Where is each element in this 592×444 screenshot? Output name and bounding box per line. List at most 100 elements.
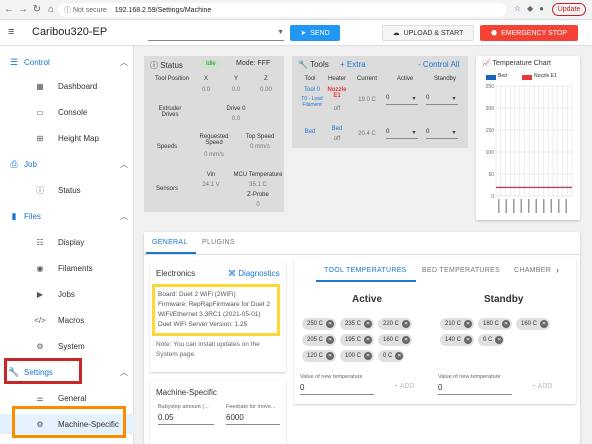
chart-y-tick-label: 0 bbox=[491, 194, 494, 200]
tab-plugins[interactable]: PLUGINS bbox=[202, 239, 235, 246]
tab-general[interactable]: GENERAL bbox=[152, 239, 188, 246]
top-speed-label: Top Speed bbox=[245, 134, 275, 140]
active-chip-235[interactable]: 235 C ✕ bbox=[340, 318, 374, 330]
home-icon[interactable]: ⌂ bbox=[44, 4, 58, 15]
close-icon[interactable]: ✕ bbox=[364, 352, 373, 360]
tools-title: 🔧 Tools bbox=[298, 60, 329, 69]
active-chip-100[interactable]: 100 C ✕ bbox=[340, 350, 374, 362]
standby-new-temp-underline bbox=[438, 394, 512, 395]
bed-heater-link[interactable]: Bed bbox=[324, 126, 350, 132]
active-chip-195[interactable]: 195 C ✕ bbox=[340, 334, 374, 346]
dropdown-caret-icon[interactable]: ▼ bbox=[277, 29, 284, 36]
sidebar-item-status[interactable]: ⓘ Status bbox=[0, 182, 134, 198]
sidebar-item-system[interactable]: ⚙ System bbox=[0, 338, 134, 354]
address-bar[interactable]: ⓘ Not secure 192.168.2.59/Settings/Machi… bbox=[58, 3, 506, 17]
active-new-temp-input[interactable]: 0 bbox=[300, 383, 304, 392]
close-icon[interactable]: ✕ bbox=[364, 336, 373, 344]
menu-icon[interactable]: ≡ bbox=[8, 26, 14, 38]
close-icon[interactable]: ✕ bbox=[326, 336, 335, 344]
sidebar-item-console[interactable]: ▭ Console bbox=[0, 104, 134, 120]
active-chip-0[interactable]: 0 C ✕ bbox=[378, 350, 404, 362]
active-chip-160[interactable]: 160 C ✕ bbox=[378, 334, 412, 346]
chip-label: 0 C bbox=[483, 337, 493, 343]
sidebar-item-filaments[interactable]: ◉ Filaments bbox=[0, 260, 134, 276]
sidebar-item-jobs[interactable]: ▶ Jobs bbox=[0, 286, 134, 302]
sidebar-item-macros[interactable]: </> Macros bbox=[0, 312, 134, 328]
sidebar-group-files[interactable]: ▮ Files ︿ bbox=[0, 208, 134, 224]
extensions-icon[interactable]: ◆ bbox=[527, 4, 533, 13]
close-icon[interactable]: ✕ bbox=[495, 336, 504, 344]
back-icon[interactable]: ← bbox=[2, 4, 16, 15]
tab-chamber[interactable]: CHAMBER bbox=[514, 267, 551, 274]
close-icon[interactable]: ✕ bbox=[540, 320, 549, 328]
bookmark-star-icon[interactable]: ☆ bbox=[514, 4, 521, 13]
close-icon[interactable]: ✕ bbox=[402, 336, 411, 344]
chevron-down-icon[interactable]: ▾ bbox=[410, 129, 418, 136]
axis-x-label: X bbox=[203, 76, 208, 82]
active-chip-220[interactable]: 220 C ✕ bbox=[378, 318, 412, 330]
chevron-down-icon[interactable]: ▾ bbox=[410, 95, 418, 102]
babystep-input[interactable]: 0.05 bbox=[158, 413, 174, 422]
reload-icon[interactable]: ↻ bbox=[30, 4, 44, 15]
chip-label: 100 C bbox=[345, 353, 362, 359]
standby-chip-0[interactable]: 0 C ✕ bbox=[478, 334, 504, 346]
close-icon[interactable]: ✕ bbox=[502, 320, 511, 328]
sidebar-item-height-map[interactable]: ⊞ Height Map bbox=[0, 130, 134, 146]
update-button[interactable]: Update bbox=[552, 3, 586, 16]
sidebar-item-display[interactable]: ☷ Display bbox=[0, 234, 134, 250]
active-chip-120[interactable]: 120 C ✕ bbox=[302, 350, 336, 362]
sidebar-group-label: Files bbox=[24, 211, 41, 221]
feedrate-input[interactable]: 6000 bbox=[226, 413, 244, 422]
chevron-down-icon[interactable]: ▾ bbox=[450, 95, 458, 102]
close-icon[interactable]: ✕ bbox=[326, 320, 335, 328]
sidebar-group-control[interactable]: ☰ Control ︿ bbox=[0, 54, 134, 70]
tool-column-header: Tool bbox=[304, 76, 316, 82]
close-icon[interactable]: ✕ bbox=[395, 352, 404, 360]
active-chip-250[interactable]: 250 C ✕ bbox=[302, 318, 336, 330]
bed-link[interactable]: Bed bbox=[298, 129, 322, 135]
feedrate-underline bbox=[226, 424, 280, 425]
babystep-label: Babystep amount (... bbox=[158, 404, 209, 410]
grid-icon: ⊞ bbox=[36, 133, 44, 143]
upload-start-button[interactable]: ☁ UPLOAD & START bbox=[382, 25, 474, 41]
standby-add-button[interactable]: + ADD bbox=[532, 383, 552, 390]
gcode-input[interactable]: ▼ bbox=[148, 29, 284, 41]
babystep-underline bbox=[158, 424, 214, 425]
standby-chip-180[interactable]: 180 C ✕ bbox=[478, 318, 512, 330]
emergency-stop-button[interactable]: ⬣ EMERGENCY STOP bbox=[480, 25, 578, 41]
send-button[interactable]: ➤ SEND bbox=[290, 25, 340, 41]
tab-tool-temperatures[interactable]: TOOL TEMPERATURES bbox=[324, 267, 407, 274]
close-icon[interactable]: ✕ bbox=[402, 320, 411, 328]
chevron-down-icon[interactable]: ▾ bbox=[450, 129, 458, 136]
standby-chip-210[interactable]: 210 C ✕ bbox=[440, 318, 474, 330]
standby-chip-160[interactable]: 160 C ✕ bbox=[516, 318, 550, 330]
profile-avatar-icon[interactable]: ● bbox=[539, 4, 544, 13]
standby-new-temp-input[interactable]: 0 bbox=[438, 383, 442, 392]
sliders-icon: ⚌ bbox=[36, 393, 44, 403]
sidebar-item-label: System bbox=[58, 341, 85, 351]
sidebar-item-dashboard[interactable]: ▦ Dashboard bbox=[0, 78, 134, 94]
close-icon[interactable]: ✕ bbox=[326, 352, 335, 360]
diagnostics-button[interactable]: ⌘ Diagnostics bbox=[228, 269, 280, 278]
chart-x-tick-label bbox=[550, 199, 552, 213]
active-add-button[interactable]: + ADD bbox=[394, 383, 414, 390]
active-chip-205[interactable]: 205 C ✕ bbox=[302, 334, 336, 346]
sidebar-item-label: Height Map bbox=[58, 133, 99, 143]
highlight-machine-specific-box bbox=[12, 406, 126, 438]
not-secure-label[interactable]: ⓘ Not secure bbox=[64, 5, 107, 15]
sidebar-group-job[interactable]: ⎙ Job ︿ bbox=[0, 156, 134, 172]
forward-icon[interactable]: → bbox=[16, 4, 30, 15]
standby-chip-140[interactable]: 140 C ✕ bbox=[440, 334, 474, 346]
nozzle-heater-link[interactable]: Nozzle E1 bbox=[324, 87, 350, 99]
sidebar-item-general[interactable]: ⚌ General bbox=[0, 390, 134, 406]
tab-bed-temperatures[interactable]: BED TEMPERATURES bbox=[422, 267, 500, 274]
close-icon[interactable]: ✕ bbox=[364, 320, 373, 328]
close-icon[interactable]: ✕ bbox=[464, 336, 473, 344]
sidebar-item-label: General bbox=[58, 393, 87, 403]
control-all-button[interactable]: - Control All bbox=[418, 60, 459, 69]
chevron-right-icon[interactable]: › bbox=[556, 265, 559, 275]
chart-y-tick-label: 200 bbox=[486, 106, 495, 112]
extra-button[interactable]: + Extra bbox=[340, 60, 366, 69]
close-icon[interactable]: ✕ bbox=[464, 320, 473, 328]
chart-x-tick-label bbox=[543, 199, 545, 213]
